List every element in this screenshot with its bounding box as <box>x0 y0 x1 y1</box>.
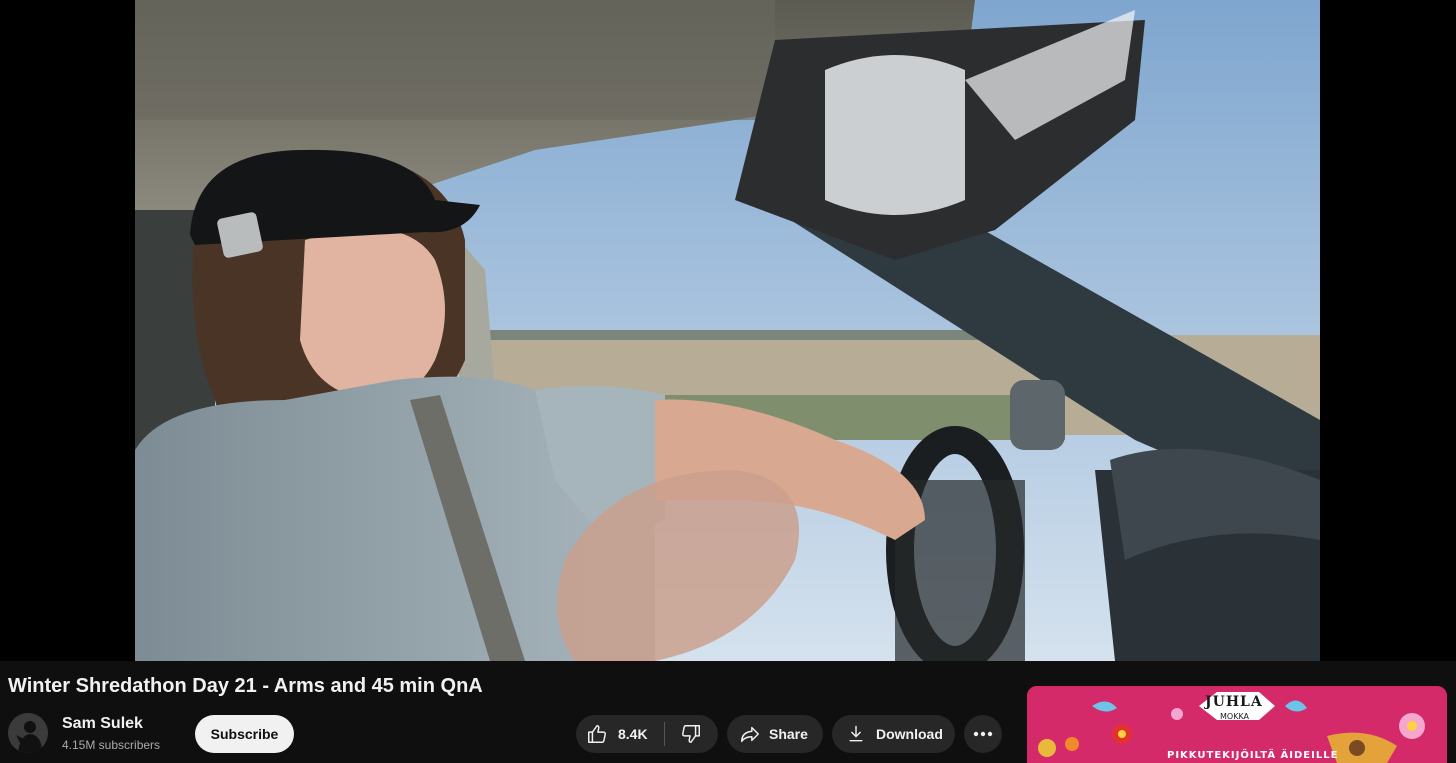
owner-row: Sam Sulek 4.15M subscribers Subscribe 8.… <box>8 712 1018 754</box>
ad-brand-sub: MOKKA <box>1220 712 1250 721</box>
video-frame[interactable] <box>135 0 1320 661</box>
video-still-image <box>135 0 1320 661</box>
avatar-image <box>8 713 48 753</box>
share-label: Share <box>769 726 808 742</box>
like-button[interactable]: 8.4K <box>576 715 664 753</box>
more-actions-button[interactable] <box>964 715 1002 753</box>
like-count: 8.4K <box>618 726 648 742</box>
share-arrow-icon <box>739 723 761 745</box>
download-label: Download <box>876 726 943 742</box>
subscriber-count: 4.15M subscribers <box>62 738 161 752</box>
ad-brand: JUHLA <box>1205 694 1263 710</box>
ad-tagline: PIKKUTEKIJÖILTÄ ÄIDEILLE <box>1167 750 1339 761</box>
download-button[interactable]: Download <box>832 715 955 753</box>
share-button[interactable]: Share <box>727 715 823 753</box>
more-horizontal-icon <box>973 731 993 737</box>
subscribe-button[interactable]: Subscribe <box>195 715 294 753</box>
video-player[interactable] <box>0 0 1456 661</box>
channel-name[interactable]: Sam Sulek <box>62 715 143 733</box>
download-icon <box>846 724 866 744</box>
thumbs-down-icon <box>680 723 702 745</box>
like-dislike-group: 8.4K <box>576 715 718 753</box>
channel-avatar[interactable] <box>8 713 48 753</box>
ad-banner[interactable]: JUHLA MOKKA PIKKUTEKIJÖILTÄ ÄIDEILLE <box>1027 686 1447 763</box>
thumbs-up-icon <box>586 723 608 745</box>
dislike-button[interactable] <box>665 715 717 753</box>
video-title: Winter Shredathon Day 21 - Arms and 45 m… <box>8 675 483 697</box>
